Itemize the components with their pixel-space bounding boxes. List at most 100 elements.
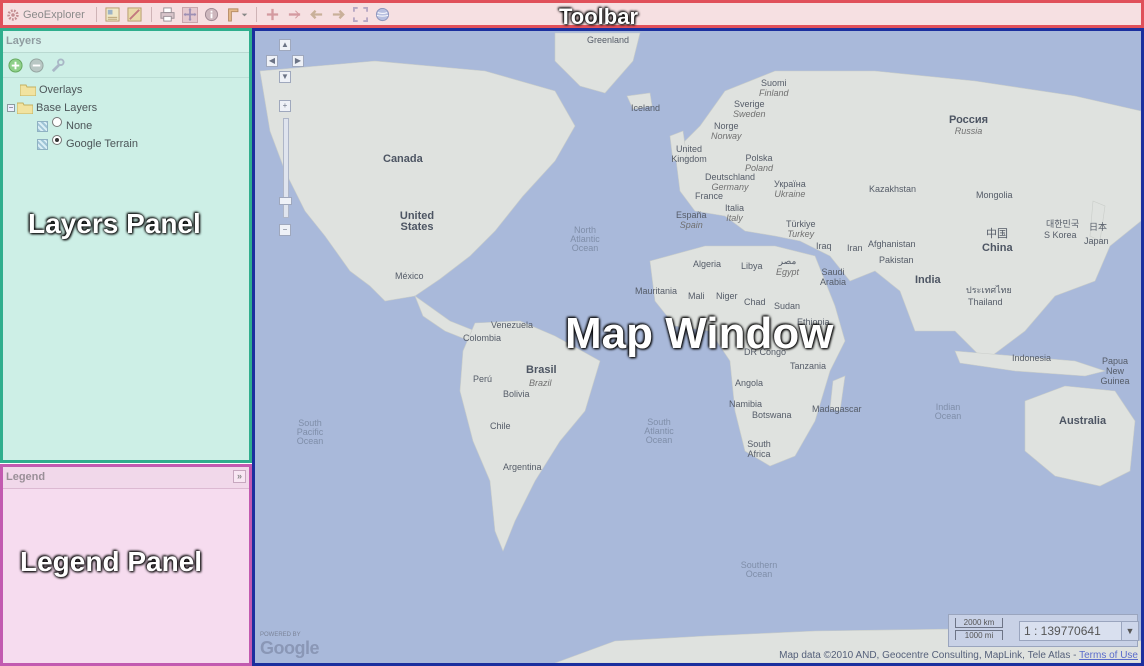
map-label: Greenland [587,35,630,45]
toolbar-separator [150,7,152,22]
map-label: Iran [847,243,863,253]
map-label: Россия Russia [949,114,988,136]
zoom-slider-thumb[interactable] [279,197,292,205]
map-label-alt: Egypt [776,267,800,277]
pan-up-icon[interactable]: ▲ [279,39,291,51]
terms-of-use-link[interactable]: Terms of Use [1079,650,1138,661]
map-label: Iceland [631,103,661,113]
map-label: France [695,191,724,201]
pan-button[interactable] [181,6,198,23]
add-layer-icon[interactable] [8,57,23,73]
forward-icon [333,9,346,20]
legend-panel-annotation: Legend Panel [20,546,203,577]
map-label: España Spain [676,210,707,230]
legend-panel-title: Legend [6,471,46,483]
scale-dropdown[interactable]: 1 : 139770641 ▼ [1019,621,1139,641]
pan-down-icon[interactable]: ▼ [279,71,291,83]
zoom-minus-icon[interactable]: − [279,224,291,236]
map-label: Suomi Finland [759,78,789,98]
tree-node-overlays[interactable]: Overlays [3,81,249,99]
map-label: مصر Egypt [776,256,799,277]
zoom-extent-icon [353,7,369,22]
collapse-chevron-icon[interactable]: » [233,470,246,483]
layers-panel-annotation: Layers Panel [28,208,201,239]
map-label: China [982,242,1013,254]
layer-properties-icon [105,7,120,22]
globe-button[interactable] [375,7,391,23]
map-window[interactable]: ▲ ◀ ▶ ▼ + − Greenland Iceland Canada Uni… [252,28,1144,666]
legend-panel-header: Legend » [3,467,249,489]
map-label-alt: Italy [726,213,743,223]
layer-radio-google-terrain[interactable] [52,135,62,145]
tree-label-overlays: Overlays [39,84,83,96]
print-button[interactable] [160,7,176,23]
toolbar: GeoExplorer Toolbar [0,0,1144,29]
map-label-text: Deutschland [705,172,756,182]
forward-button[interactable] [331,7,347,23]
map-label: Mali [688,291,705,301]
tree-label-none: None [66,120,93,132]
layer-properties-button[interactable] [105,7,121,23]
toolbar-annotation: Toolbar [559,4,639,29]
map-label: Indonesia [1012,353,1052,363]
map-label-alt: Spain [679,220,703,230]
map-label: South Pacific Ocean [296,418,324,446]
map-label: México [395,271,424,281]
zoom-out-button[interactable] [287,7,303,23]
pan-right-icon[interactable]: ▶ [292,55,304,67]
map-label-text: Italia [725,203,745,213]
zoom-in-button[interactable] [265,7,281,23]
measure-button[interactable] [226,7,248,23]
google-logo[interactable]: POWERED BY Google [260,632,320,659]
pan-icon [183,8,196,21]
zoom-plus-icon[interactable]: + [279,100,291,112]
app-menu-button[interactable]: GeoExplorer [6,8,85,22]
map-label: South Atlantic Ocean [644,417,674,445]
map-label: ประเทศไทย [966,285,1012,295]
map-label: Angola [735,378,764,388]
tree-node-layer-google-terrain[interactable]: Google Terrain [3,135,249,153]
map-label-text: Norge [714,121,739,131]
map-label: Norge Norway [711,121,742,141]
map-label: Afghanistan [868,239,916,249]
layer-properties-wrench-icon[interactable] [50,57,65,73]
query-button[interactable] [127,7,143,23]
tree-node-base-layers[interactable]: − Base Layers [3,99,249,117]
google-wordmark: Google [260,638,320,658]
map-label-alt: Norway [711,131,742,141]
map-label-alt: Finland [759,88,789,98]
map-label-alt: Russia [954,126,983,136]
map-label: Mongolia [976,190,1013,200]
remove-layer-icon[interactable] [29,57,44,73]
tree-node-layer-none[interactable]: None [3,117,249,135]
zoom-in-icon [267,8,279,21]
map-label: Perú [473,374,493,384]
map-label: North Atlantic Ocean [570,225,600,253]
chevron-down-icon[interactable]: ▼ [1121,621,1139,641]
map-window-annotation: Map Window [565,309,834,358]
map-label-text: Україна [774,179,806,189]
pan-left-icon[interactable]: ◀ [266,55,278,67]
layer-radio-none[interactable] [52,117,62,127]
scale-control: 2000 km 1000 mi 1 : 139770641 ▼ [948,614,1139,647]
map-label: Italia Italy [725,203,744,223]
map-label: Bolivia [503,389,530,399]
attribution-text: Map data ©2010 AND, Geocentre Consulting… [779,650,1077,661]
map-label: Venezuela [491,320,534,330]
map-label-alt: Sweden [733,109,766,119]
back-button[interactable] [309,7,325,23]
map-label-text: Sverige [734,99,765,109]
map-label: India [915,274,941,286]
collapse-toggle-icon[interactable]: − [7,104,15,112]
scale-ratio: 1 : 139770641 [1024,624,1101,638]
scale-km: 2000 km [955,618,1003,628]
map-label-text: مصر [778,256,797,266]
map-label: Україна Ukraine [774,179,806,199]
map-label: Polska Poland [745,153,773,173]
toolbar-separator [95,7,97,22]
map-label: Brasil [526,364,557,376]
zoom-extent-button[interactable] [353,7,369,23]
map-label: Chad [744,297,766,307]
info-button[interactable] [204,7,220,23]
map-label: Saudi Arabia [819,267,846,287]
